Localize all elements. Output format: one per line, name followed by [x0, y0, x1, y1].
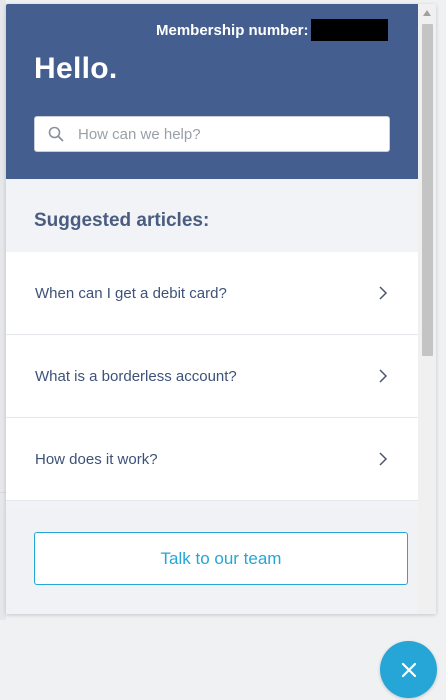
scrollbar[interactable] [418, 4, 436, 614]
search-box[interactable] [34, 116, 390, 152]
talk-to-team-button[interactable]: Talk to our team [34, 532, 408, 585]
search-icon [48, 126, 64, 142]
membership-label: Membership number: [156, 21, 309, 39]
scrollbar-thumb[interactable] [422, 24, 433, 356]
widget-header: Membership number: Hello. [6, 4, 418, 179]
help-widget: Membership number: Hello. Suggested arti… [6, 4, 436, 614]
suggested-section: Suggested articles: When can I get a deb… [6, 179, 418, 509]
article-item-debit-card[interactable]: When can I get a debit card? [6, 252, 418, 335]
chevron-right-icon [379, 286, 388, 300]
article-label: When can I get a debit card? [35, 284, 227, 302]
chevron-right-icon [379, 452, 388, 466]
scroll-up-arrow-icon[interactable] [422, 8, 432, 18]
redacted-membership-value [310, 19, 388, 41]
search-input[interactable] [76, 124, 370, 144]
widget-footer: Talk to our team [6, 509, 418, 614]
greeting-heading: Hello. [34, 52, 118, 85]
close-icon [401, 662, 416, 677]
article-list: When can I get a debit card? What is a b… [6, 252, 418, 501]
article-item-how-it-works[interactable]: How does it work? [6, 418, 418, 501]
chevron-right-icon [379, 369, 388, 383]
membership-number: Membership number: [156, 19, 388, 41]
article-label: What is a borderless account? [35, 367, 237, 385]
article-label: How does it work? [35, 450, 158, 468]
suggested-articles-title: Suggested articles: [34, 210, 210, 231]
close-widget-button[interactable] [380, 641, 437, 698]
article-item-borderless-account[interactable]: What is a borderless account? [6, 335, 418, 418]
